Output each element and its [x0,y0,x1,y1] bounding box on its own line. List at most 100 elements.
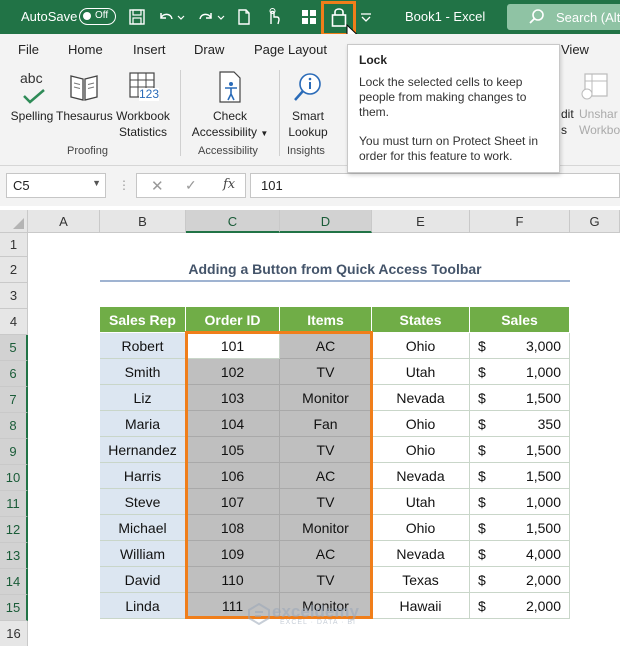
row-header-1[interactable]: 1 [0,233,28,257]
cell-sales[interactable]: $3,000 [470,333,570,359]
cell-item[interactable]: AC [280,463,372,489]
row-header-5[interactable]: 5 [0,335,28,361]
cell-sales[interactable]: $4,000 [470,541,570,567]
column-header-b[interactable]: B [100,210,186,233]
name-box-dropdown-icon[interactable]: ▼ [92,178,101,188]
cell-item[interactable]: TV [280,489,372,515]
column-header-d[interactable]: D [280,210,372,233]
worksheet-grid[interactable]: A B C D E F G 1 2 3 4 5 6 7 8 9 10 11 12 13 14 15 16 Ad… [0,206,620,646]
cell-item[interactable]: TV [280,567,372,593]
cell-item[interactable]: AC [280,541,372,567]
formula-bar-grip-icon[interactable]: ⋮ [118,178,130,192]
customize-qat-icon[interactable] [358,6,374,28]
cell-sales-rep[interactable]: Michael [100,515,186,541]
cell-state[interactable]: Texas [372,567,470,593]
row-header-4[interactable]: 4 [0,309,28,335]
autosave-toggle[interactable]: Off [79,8,116,25]
enter-icon[interactable]: ✓ [185,177,197,194]
smart-lookup-button[interactable]: Smart Lookup [284,70,332,140]
cell-sales[interactable]: $350 [470,411,570,437]
cell-sales-rep[interactable]: Linda [100,593,186,619]
unshare-workbook-button[interactable]: Unshar Workbo [579,70,620,138]
cell-sales-rep[interactable]: William [100,541,186,567]
cell-order-id[interactable]: 107 [186,489,280,515]
row-header-12[interactable]: 12 [0,517,28,543]
header-sales[interactable]: Sales [470,307,570,333]
cell-sales-rep[interactable]: Harris [100,463,186,489]
edit-partial-button[interactable]: dit s [561,106,575,138]
column-header-f[interactable]: F [470,210,570,233]
cell-order-id[interactable]: 104 [186,411,280,437]
grid-icon[interactable] [298,6,320,28]
row-header-7[interactable]: 7 [0,387,28,413]
row-header-11[interactable]: 11 [0,491,28,517]
formula-input[interactable]: 101 [250,173,620,198]
thesaurus-button[interactable]: Thesaurus [56,70,113,124]
cell-sales-rep[interactable]: Steve [100,489,186,515]
column-header-c[interactable]: C [186,210,280,233]
cell-sales[interactable]: $1,500 [470,463,570,489]
column-header-g[interactable]: G [570,210,620,233]
new-file-icon[interactable] [233,6,255,28]
insert-function-icon[interactable]: fx [223,177,235,192]
row-header-9[interactable]: 9 [0,439,28,465]
row-header-15[interactable]: 15 [0,595,28,621]
row-header-13[interactable]: 13 [0,543,28,569]
cell-item[interactable]: Monitor [280,593,372,619]
header-states[interactable]: States [372,307,470,333]
tab-file[interactable]: File [18,42,39,57]
cell-state[interactable]: Ohio [372,437,470,463]
cell-state[interactable]: Nevada [372,463,470,489]
cancel-icon[interactable]: ✕ [151,177,164,195]
cell-sales[interactable]: $2,000 [470,567,570,593]
cell-item[interactable]: Monitor [280,385,372,411]
cell-item[interactable]: Fan [280,411,372,437]
redo-icon[interactable] [195,6,217,28]
cell-sales-rep[interactable]: Robert [100,333,186,359]
cell-item[interactable]: AC [280,333,372,359]
cell-state[interactable]: Nevada [372,385,470,411]
cell-state[interactable]: Ohio [372,515,470,541]
row-header-6[interactable]: 6 [0,361,28,387]
cell-state[interactable]: Utah [372,489,470,515]
cell-order-id[interactable]: 105 [186,437,280,463]
cell-state[interactable]: Utah [372,359,470,385]
cell-state[interactable]: Nevada [372,541,470,567]
cell-sales[interactable]: $1,500 [470,385,570,411]
check-accessibility-button[interactable]: Check Accessibility ▼ [186,70,274,142]
column-header-e[interactable]: E [372,210,470,233]
cell-state[interactable]: Hawaii [372,593,470,619]
row-header-3[interactable]: 3 [0,283,28,309]
cell-sales[interactable]: $1,500 [470,437,570,463]
cell-sales-rep[interactable]: Smith [100,359,186,385]
column-header-a[interactable]: A [28,210,100,233]
save-icon[interactable] [126,6,148,28]
row-header-16[interactable]: 16 [0,621,28,646]
name-box[interactable]: C5 ▼ [6,173,106,198]
row-header-8[interactable]: 8 [0,413,28,439]
cell-order-id[interactable]: 109 [186,541,280,567]
cell-state[interactable]: Ohio [372,411,470,437]
tab-insert[interactable]: Insert [133,42,166,57]
select-all-corner[interactable] [0,210,28,233]
tab-page-layout[interactable]: Page Layout [254,42,327,57]
cell-sales[interactable]: $1,500 [470,515,570,541]
cell-state[interactable]: Ohio [372,333,470,359]
row-header-10[interactable]: 10 [0,465,28,491]
cell-sales[interactable]: $1,000 [470,359,570,385]
touch-mode-icon[interactable] [262,6,284,28]
cell-sales[interactable]: $1,000 [470,489,570,515]
cell-order-id[interactable]: 111 [186,593,280,619]
row-header-2[interactable]: 2 [0,257,28,283]
cell-item[interactable]: Monitor [280,515,372,541]
tab-draw[interactable]: Draw [194,42,224,57]
cell-item[interactable]: TV [280,437,372,463]
header-sales-rep[interactable]: Sales Rep [100,307,186,333]
cell-sales-rep[interactable]: Maria [100,411,186,437]
cell-sales-rep[interactable]: David [100,567,186,593]
row-header-14[interactable]: 14 [0,569,28,595]
tab-view[interactable]: View [561,42,589,57]
header-order-id[interactable]: Order ID [186,307,280,333]
cell-order-id[interactable]: 108 [186,515,280,541]
cell-order-id[interactable]: 101 [186,333,280,359]
